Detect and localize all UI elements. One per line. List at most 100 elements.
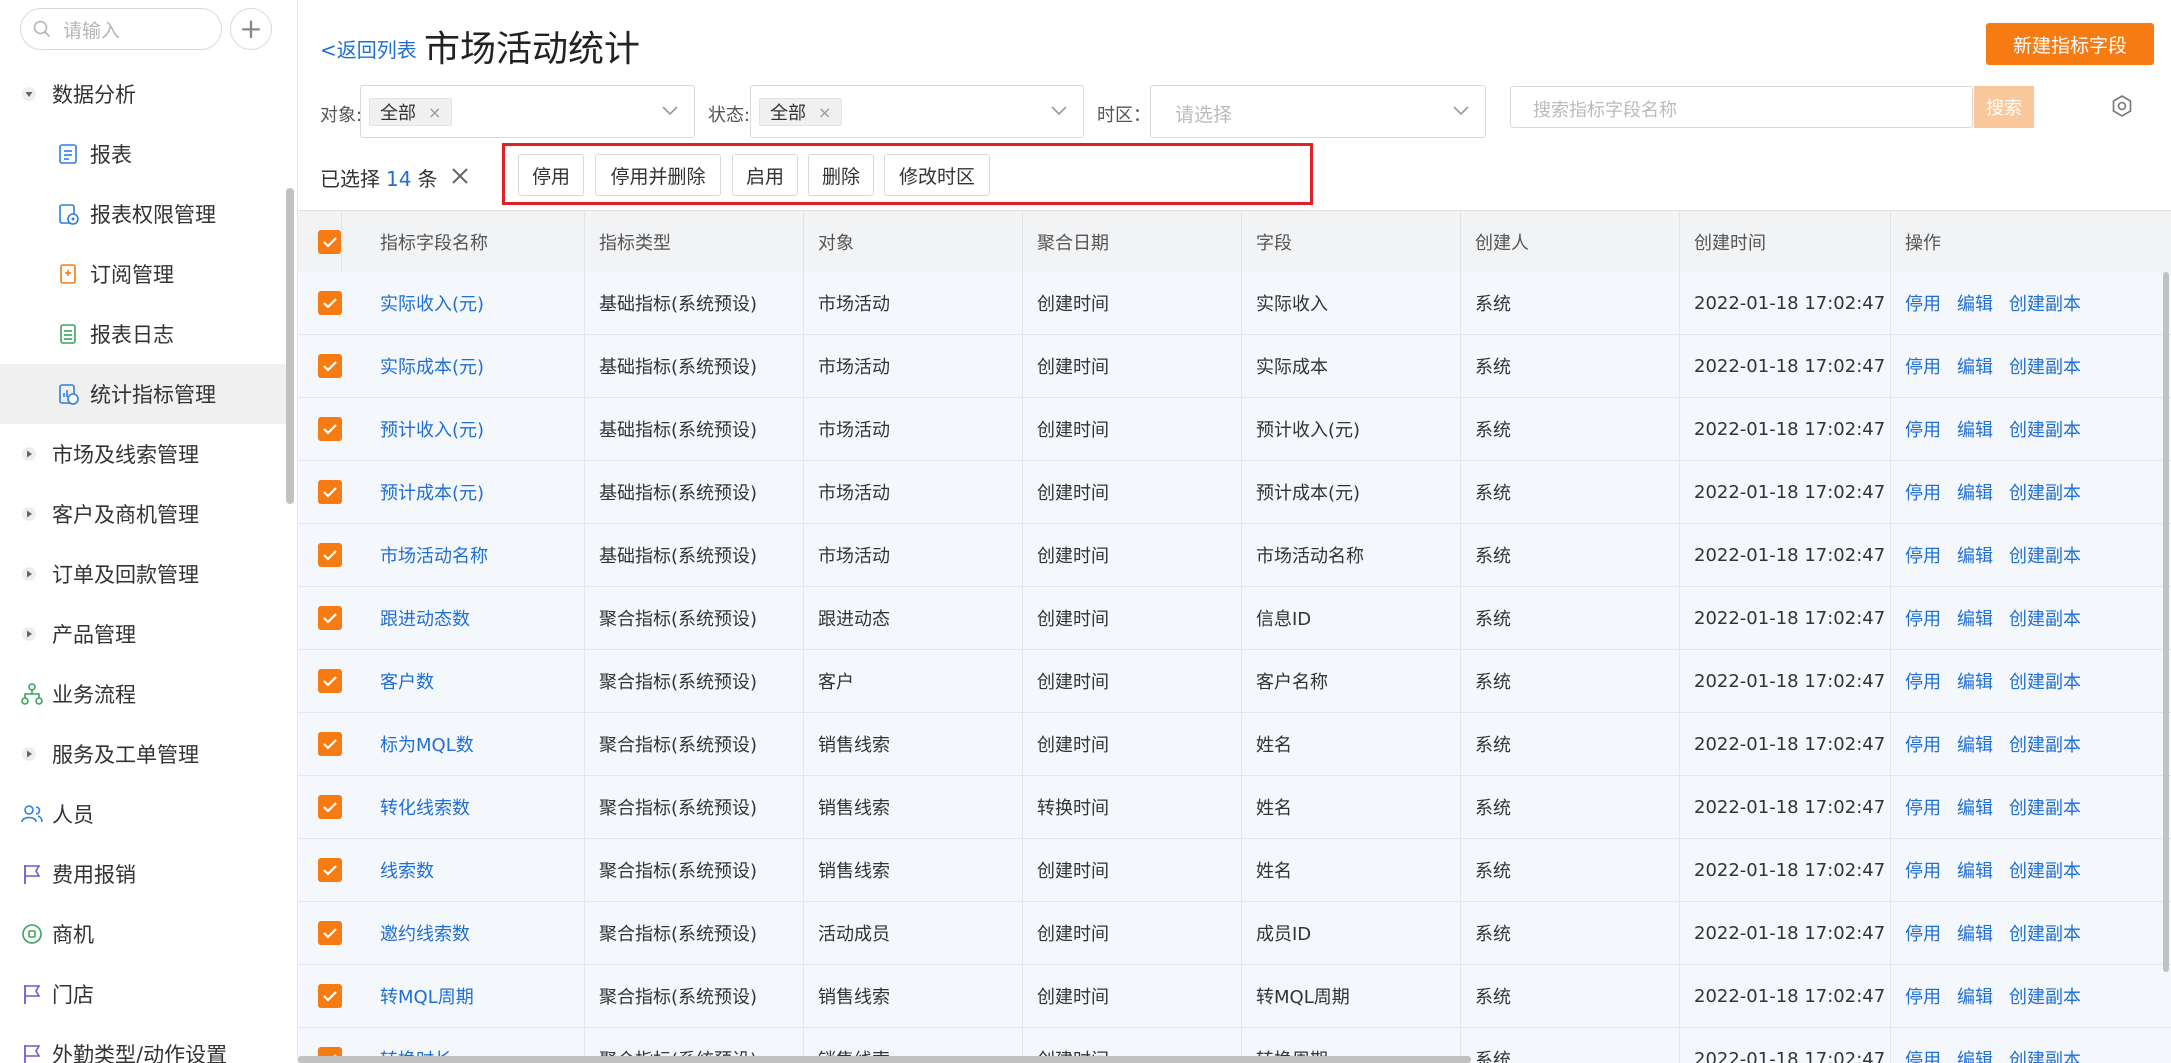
row-edit-link[interactable]: 编辑 [1957, 1046, 1993, 1063]
table-vertical-scrollbar[interactable] [2163, 272, 2169, 972]
table-row[interactable]: 市场活动名称 基础指标(系统预设) 市场活动 创建时间 市场活动名称 系统 2022-01-… [298, 524, 2171, 587]
sidebar-group-market-leads[interactable]: 市场及线索管理 [0, 424, 286, 484]
row-disable-link[interactable]: 停用 [1905, 353, 1941, 379]
row-disable-link[interactable]: 停用 [1905, 1046, 1941, 1063]
metric-name-link[interactable]: 转化线索数 [366, 776, 585, 838]
row-edit-link[interactable]: 编辑 [1957, 416, 1993, 442]
row-edit-link[interactable]: 编辑 [1957, 920, 1993, 946]
row-copy-link[interactable]: 创建副本 [2009, 857, 2081, 883]
batch-enable-button[interactable]: 启用 [732, 154, 798, 196]
row-copy-link[interactable]: 创建副本 [2009, 1046, 2081, 1063]
batch-disable-delete-button[interactable]: 停用并删除 [595, 154, 721, 196]
row-edit-link[interactable]: 编辑 [1957, 668, 1993, 694]
row-copy-link[interactable]: 创建副本 [2009, 668, 2081, 694]
row-checkbox[interactable] [318, 795, 342, 819]
row-disable-link[interactable]: 停用 [1905, 605, 1941, 631]
row-disable-link[interactable]: 停用 [1905, 416, 1941, 442]
new-metric-field-button[interactable]: 新建指标字段 [1986, 23, 2154, 65]
column-header[interactable]: 字段 [1242, 211, 1461, 273]
row-copy-link[interactable]: 创建副本 [2009, 542, 2081, 568]
row-edit-link[interactable]: 编辑 [1957, 605, 1993, 631]
metric-name-link[interactable]: 客户数 [366, 650, 585, 712]
sidebar-group-service[interactable]: 服务及工单管理 [0, 724, 286, 784]
gear-icon[interactable] [2110, 94, 2134, 118]
batch-delete-button[interactable]: 删除 [808, 154, 874, 196]
back-to-list-link[interactable]: <返回列表 [320, 34, 417, 63]
select-all-checkbox[interactable] [318, 230, 341, 254]
metric-name-link[interactable]: 实际成本(元) [366, 335, 585, 397]
metric-name-link[interactable]: 跟进动态数 [366, 587, 585, 649]
sidebar-item-expense[interactable]: 费用报销 [0, 844, 286, 904]
table-row[interactable]: 线索数 聚合指标(系统预设) 销售线索 创建时间 姓名 系统 2022-01-18 17:0… [298, 839, 2171, 902]
row-checkbox-cell[interactable] [298, 965, 366, 1027]
row-edit-link[interactable]: 编辑 [1957, 479, 1993, 505]
sidebar-scrollbar[interactable] [286, 188, 294, 504]
row-disable-link[interactable]: 停用 [1905, 857, 1941, 883]
row-copy-link[interactable]: 创建副本 [2009, 920, 2081, 946]
sidebar-group-customer[interactable]: 客户及商机管理 [0, 484, 286, 544]
table-row[interactable]: 转化线索数 聚合指标(系统预设) 销售线索 转换时间 姓名 系统 2022-01-18 17… [298, 776, 2171, 839]
table-row[interactable]: 邀约线索数 聚合指标(系统预设) 活动成员 创建时间 成员ID 系统 2022-01-18 … [298, 902, 2171, 965]
row-disable-link[interactable]: 停用 [1905, 668, 1941, 694]
table-row[interactable]: 客户数 聚合指标(系统预设) 客户 创建时间 客户名称 系统 2022-01-18 17:0… [298, 650, 2171, 713]
sidebar-group-product[interactable]: 产品管理 [0, 604, 286, 664]
row-checkbox-cell[interactable] [298, 398, 366, 460]
column-header[interactable]: 创建时间 [1680, 211, 1891, 273]
metric-name-link[interactable]: 标为MQL数 [366, 713, 585, 775]
row-checkbox[interactable] [318, 984, 342, 1008]
sidebar-group-order[interactable]: 订单及回款管理 [0, 544, 286, 604]
select-all-cell[interactable] [298, 211, 342, 273]
timezone-filter-select[interactable]: 请选择 [1150, 85, 1486, 138]
metric-name-link[interactable]: 邀约线索数 [366, 902, 585, 964]
row-edit-link[interactable]: 编辑 [1957, 731, 1993, 757]
row-checkbox-cell[interactable] [298, 335, 366, 397]
search-button[interactable]: 搜索 [1974, 86, 2034, 128]
row-checkbox[interactable] [318, 354, 342, 378]
metric-name-link[interactable]: 转MQL周期 [366, 965, 585, 1027]
row-copy-link[interactable]: 创建副本 [2009, 479, 2081, 505]
row-checkbox-cell[interactable] [298, 839, 366, 901]
row-checkbox-cell[interactable] [298, 776, 366, 838]
add-button[interactable]: + [230, 8, 272, 50]
row-edit-link[interactable]: 编辑 [1957, 983, 1993, 1009]
batch-disable-button[interactable]: 停用 [518, 154, 584, 196]
metric-name-link[interactable]: 线索数 [366, 839, 585, 901]
row-checkbox[interactable] [318, 606, 342, 630]
row-copy-link[interactable]: 创建副本 [2009, 794, 2081, 820]
row-disable-link[interactable]: 停用 [1905, 290, 1941, 316]
table-row[interactable]: 实际成本(元) 基础指标(系统预设) 市场活动 创建时间 实际成本 系统 2022-01-1… [298, 335, 2171, 398]
row-edit-link[interactable]: 编辑 [1957, 290, 1993, 316]
row-checkbox-cell[interactable] [298, 461, 366, 523]
row-checkbox[interactable] [318, 543, 342, 567]
metric-name-link[interactable]: 市场活动名称 [366, 524, 585, 586]
tag-close-icon[interactable]: × [428, 103, 441, 122]
column-header[interactable]: 聚合日期 [1023, 211, 1242, 273]
table-row[interactable]: 预计收入(元) 基础指标(系统预设) 市场活动 创建时间 预计收入(元) 系统 2022-0… [298, 398, 2171, 461]
object-filter-select[interactable]: 全部 × [360, 85, 695, 138]
row-checkbox-cell[interactable] [298, 902, 366, 964]
sidebar-item-store[interactable]: 门店 [0, 964, 286, 1024]
row-disable-link[interactable]: 停用 [1905, 731, 1941, 757]
table-row[interactable]: 预计成本(元) 基础指标(系统预设) 市场活动 创建时间 预计成本(元) 系统 2022-0… [298, 461, 2171, 524]
sidebar-item-subscription[interactable]: 订阅管理 [0, 244, 286, 304]
row-edit-link[interactable]: 编辑 [1957, 794, 1993, 820]
table-row[interactable]: 跟进动态数 聚合指标(系统预设) 跟进动态 创建时间 信息ID 系统 2022-01-18 … [298, 587, 2171, 650]
row-checkbox-cell[interactable] [298, 650, 366, 712]
row-checkbox[interactable] [318, 417, 342, 441]
sidebar-search-input[interactable]: 请输入 [20, 8, 222, 50]
sidebar-item-workflow[interactable]: 业务流程 [0, 664, 286, 724]
row-copy-link[interactable]: 创建副本 [2009, 605, 2081, 631]
sidebar-item-report[interactable]: 报表 [0, 124, 286, 184]
row-checkbox[interactable] [318, 291, 342, 315]
row-checkbox[interactable] [318, 921, 342, 945]
row-checkbox[interactable] [318, 858, 342, 882]
clear-selection-icon[interactable] [450, 166, 470, 186]
row-checkbox[interactable] [318, 669, 342, 693]
row-edit-link[interactable]: 编辑 [1957, 353, 1993, 379]
row-disable-link[interactable]: 停用 [1905, 479, 1941, 505]
row-disable-link[interactable]: 停用 [1905, 794, 1941, 820]
table-row[interactable]: 标为MQL数 聚合指标(系统预设) 销售线索 创建时间 姓名 系统 2022-01-18 1… [298, 713, 2171, 776]
sidebar-item-field-type[interactable]: 外勤类型/动作设置 [0, 1024, 286, 1063]
row-checkbox-cell[interactable] [298, 524, 366, 586]
sidebar-item-report-permission[interactable]: 报表权限管理 [0, 184, 286, 244]
